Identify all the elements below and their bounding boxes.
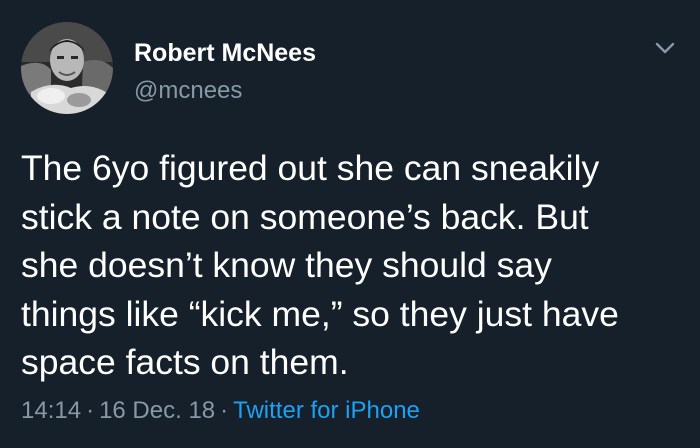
tweet-text-line: The 6yo figured out she can sneakily [21, 148, 600, 188]
tweet-meta: 14:14 · 16 Dec. 18 · Twitter for iPhone [21, 396, 420, 426]
tweet-date[interactable]: 16 Dec. 18 [99, 397, 215, 424]
tweet-text-line: space facts on them. [21, 342, 349, 382]
profile-photo-icon [21, 22, 113, 114]
chevron-down-icon[interactable] [652, 38, 678, 58]
tweet-card: Robert McNees @mcnees The 6yo figured ou… [0, 0, 700, 448]
user-handle[interactable]: @mcnees [134, 76, 242, 106]
tweet-text: The 6yo figured out she can sneakily sti… [21, 144, 681, 387]
tweet-source-link[interactable]: Twitter for iPhone [233, 397, 420, 424]
tweet-text-line: she doesn’t know they should say [21, 245, 552, 285]
tweet-time[interactable]: 14:14 [21, 397, 81, 424]
display-name[interactable]: Robert McNees [134, 38, 316, 68]
meta-separator: · [86, 397, 95, 424]
avatar[interactable] [21, 22, 113, 114]
tweet-text-line: stick a note on someone’s back. But [21, 196, 589, 237]
meta-separator: · [220, 397, 229, 424]
tweet-text-line: things like “kick me,” so they just have [21, 293, 619, 334]
